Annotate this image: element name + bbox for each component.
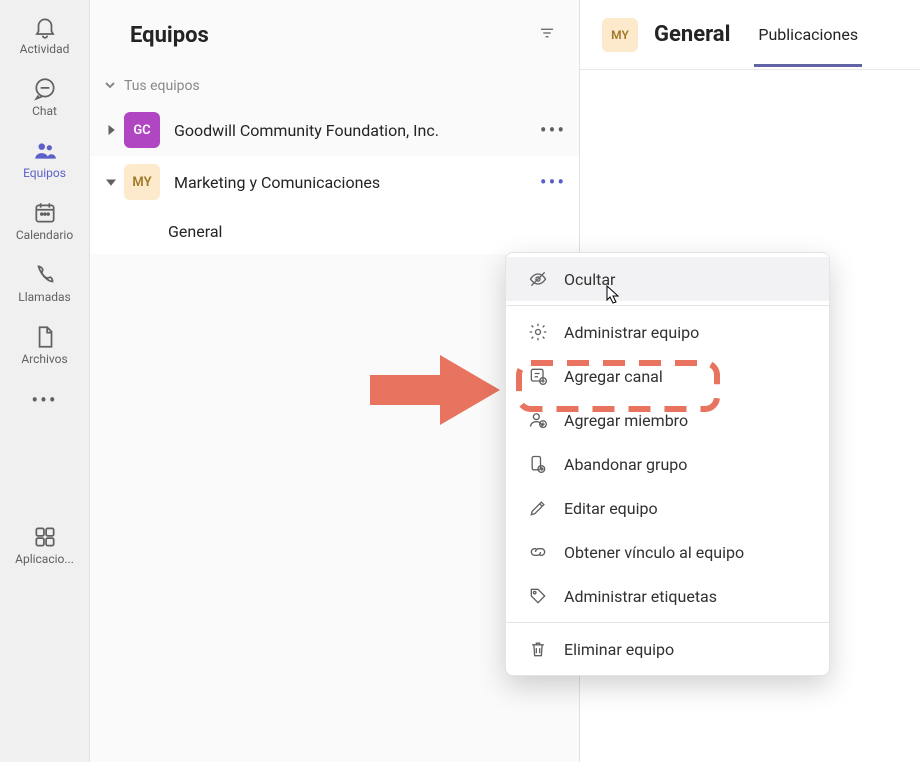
tab-label: Publicaciones bbox=[758, 25, 858, 44]
file-icon bbox=[32, 324, 58, 350]
team-more-button[interactable]: ••• bbox=[535, 170, 571, 194]
app-rail: Actividad Chat Equipos Calendario Llamad… bbox=[0, 0, 90, 762]
menu-separator bbox=[506, 622, 829, 623]
menu-item-add-member[interactable]: Agregar miembro bbox=[506, 398, 829, 442]
tab-underline bbox=[754, 64, 862, 67]
menu-item-delete-team[interactable]: Eliminar equipo bbox=[506, 627, 829, 671]
gear-icon bbox=[524, 322, 552, 342]
trash-icon bbox=[524, 639, 552, 659]
rail-label: Archivos bbox=[21, 352, 67, 366]
channel-header: MY General Publicaciones bbox=[580, 0, 920, 70]
filter-icon bbox=[538, 24, 556, 46]
menu-label: Editar equipo bbox=[564, 499, 658, 518]
leave-icon bbox=[524, 454, 552, 474]
people-icon bbox=[32, 138, 58, 164]
menu-item-add-channel[interactable]: Agregar canal bbox=[506, 354, 829, 398]
filter-button[interactable] bbox=[533, 21, 561, 49]
more-icon: ••• bbox=[32, 387, 58, 413]
rail-label: Chat bbox=[32, 104, 57, 118]
menu-label: Agregar miembro bbox=[564, 411, 688, 430]
menu-item-manage-team[interactable]: Administrar equipo bbox=[506, 310, 829, 354]
your-teams-section[interactable]: Tus equipos bbox=[90, 70, 579, 104]
rail-item-activity[interactable]: Actividad bbox=[0, 4, 89, 66]
calendar-icon bbox=[32, 200, 58, 226]
team-more-button[interactable]: ••• bbox=[535, 118, 571, 142]
tab-publicaciones[interactable]: Publicaciones bbox=[754, 3, 862, 67]
menu-separator bbox=[506, 305, 829, 306]
channel-team-avatar: MY bbox=[602, 18, 638, 52]
menu-item-hide[interactable]: Ocultar bbox=[506, 257, 829, 301]
channel-title: General bbox=[654, 22, 730, 47]
rail-label: Llamadas bbox=[18, 290, 70, 304]
rail-item-teams[interactable]: Equipos bbox=[0, 128, 89, 190]
team-context-menu: Ocultar Administrar equipo Agregar canal… bbox=[505, 252, 830, 676]
team-avatar: MY bbox=[124, 164, 160, 200]
teams-header: Equipos bbox=[90, 0, 579, 70]
menu-item-leave-group[interactable]: Abandonar grupo bbox=[506, 442, 829, 486]
team-avatar: GC bbox=[124, 112, 160, 148]
rail-item-apps[interactable]: Aplicacio... bbox=[0, 514, 89, 576]
chevron-down-icon bbox=[104, 79, 118, 93]
apps-icon bbox=[32, 524, 58, 550]
teams-title: Equipos bbox=[130, 23, 209, 48]
menu-label: Administrar equipo bbox=[564, 323, 699, 342]
caret-down-icon bbox=[104, 177, 118, 187]
channel-name: General bbox=[168, 222, 222, 241]
menu-label: Agregar canal bbox=[564, 367, 663, 386]
tag-icon bbox=[524, 586, 552, 606]
menu-item-edit-team[interactable]: Editar equipo bbox=[506, 486, 829, 530]
rail-label: Actividad bbox=[20, 42, 70, 56]
menu-item-manage-tags[interactable]: Administrar etiquetas bbox=[506, 574, 829, 618]
rail-label: Calendario bbox=[16, 228, 73, 242]
rail-item-calendar[interactable]: Calendario bbox=[0, 190, 89, 252]
team-row-goodwill[interactable]: GC Goodwill Community Foundation, Inc. •… bbox=[90, 104, 579, 156]
link-icon bbox=[524, 542, 552, 562]
menu-label: Eliminar equipo bbox=[564, 640, 674, 659]
team-name: Marketing y Comunicaciones bbox=[174, 173, 535, 192]
add-channel-icon bbox=[524, 366, 552, 386]
hide-icon bbox=[524, 269, 552, 289]
rail-label: Aplicacio... bbox=[15, 552, 74, 566]
rail-item-more[interactable]: ••• bbox=[0, 376, 89, 424]
phone-icon bbox=[32, 262, 58, 288]
rail-item-files[interactable]: Archivos bbox=[0, 314, 89, 376]
menu-label: Administrar etiquetas bbox=[564, 587, 717, 606]
rail-item-chat[interactable]: Chat bbox=[0, 66, 89, 128]
chat-icon bbox=[32, 76, 58, 102]
team-row-marketing[interactable]: MY Marketing y Comunicaciones ••• bbox=[90, 156, 579, 208]
pencil-icon bbox=[524, 498, 552, 518]
channel-general[interactable]: General bbox=[90, 208, 579, 254]
menu-item-get-link[interactable]: Obtener vínculo al equipo bbox=[506, 530, 829, 574]
bell-icon bbox=[32, 14, 58, 40]
caret-right-icon bbox=[104, 125, 118, 135]
add-member-icon bbox=[524, 410, 552, 430]
menu-label: Ocultar bbox=[564, 270, 615, 289]
menu-label: Obtener vínculo al equipo bbox=[564, 543, 744, 562]
team-name: Goodwill Community Foundation, Inc. bbox=[174, 121, 535, 140]
section-label: Tus equipos bbox=[124, 78, 200, 94]
rail-item-calls[interactable]: Llamadas bbox=[0, 252, 89, 314]
rail-label: Equipos bbox=[23, 166, 66, 180]
menu-label: Abandonar grupo bbox=[564, 455, 687, 474]
